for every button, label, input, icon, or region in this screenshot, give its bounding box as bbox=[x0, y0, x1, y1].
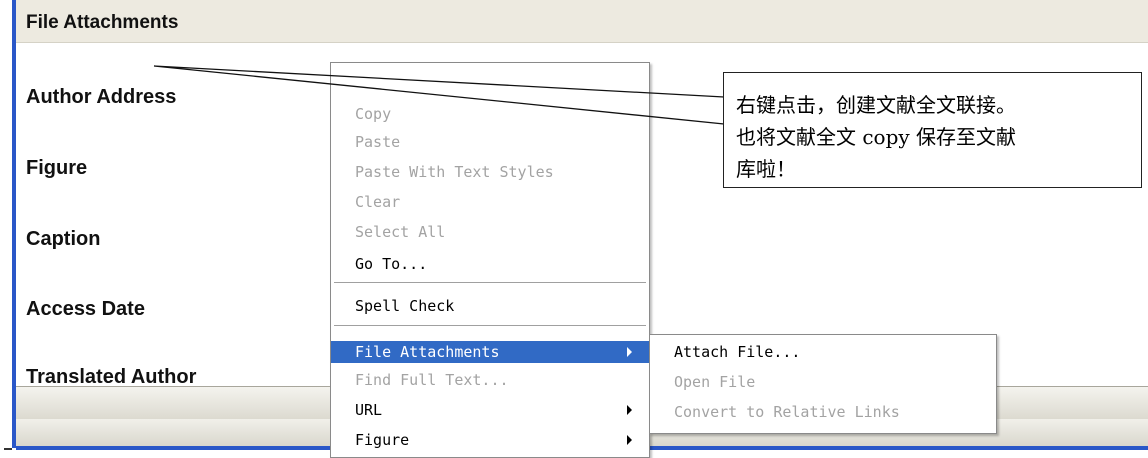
callout-line-2: 也将文献全文 copy 保存至文献 bbox=[736, 125, 1017, 149]
callout-line-3: 库啦！ bbox=[736, 157, 796, 181]
callout-pointer-icon bbox=[153, 65, 725, 125]
annotation-callout: 右键点击，创建文献全文联接。 也将文献全文 copy 保存至文献 库啦！ bbox=[723, 72, 1142, 188]
callout-line-1: 右键点击，创建文献全文联接。 bbox=[736, 93, 1016, 117]
